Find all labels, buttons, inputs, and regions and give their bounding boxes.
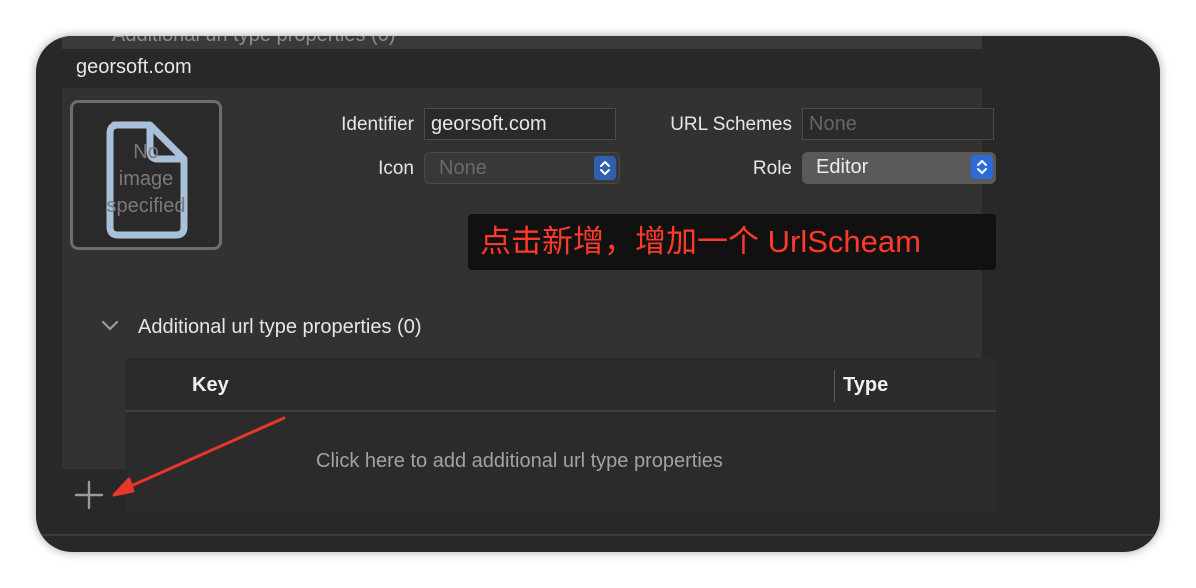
role-popup-value: Editor	[816, 156, 869, 178]
previous-entry-strip: Additional url type properties (0)	[62, 36, 982, 49]
chevron-updown-icon	[594, 156, 616, 180]
chevron-updown-icon	[971, 155, 993, 179]
identifier-field[interactable]: georsoft.com	[424, 108, 616, 140]
url-type-editor: Additional url type properties (0) geors…	[36, 36, 1160, 552]
table-header: Key Type	[126, 358, 996, 412]
additional-properties-title: Additional url type properties (0)	[138, 316, 422, 338]
icon-popup[interactable]: None	[424, 152, 620, 184]
additional-properties-table[interactable]: Key Type Click here to add additional ur…	[126, 358, 996, 512]
chevron-down-icon[interactable]	[100, 318, 120, 334]
column-divider	[834, 370, 835, 402]
identifier-label: Identifier	[341, 114, 414, 135]
column-header-key[interactable]: Key	[192, 374, 229, 397]
url-schemes-field[interactable]: None	[802, 108, 994, 140]
role-popup[interactable]: Editor	[802, 152, 996, 184]
partial-section-title: Additional url type properties (0)	[112, 36, 395, 47]
image-well[interactable]: No image specified	[70, 100, 222, 250]
annotation-callout: 点击新增，增加一个 UrlScheam	[468, 214, 996, 270]
url-schemes-label: URL Schemes	[670, 114, 792, 135]
url-type-entry-title: georsoft.com	[76, 56, 192, 78]
url-type-panel: No image specified Identifier georsoft.c…	[62, 88, 996, 512]
icon-popup-value: None	[439, 157, 487, 179]
empty-table-message[interactable]: Click here to add additional url type pr…	[316, 450, 723, 473]
icon-label: Icon	[378, 158, 414, 179]
column-header-type[interactable]: Type	[843, 374, 888, 397]
no-image-label: No image specified	[106, 141, 186, 217]
role-label: Role	[752, 158, 792, 179]
bottom-divider	[36, 534, 1160, 536]
plus-icon[interactable]	[74, 480, 104, 510]
